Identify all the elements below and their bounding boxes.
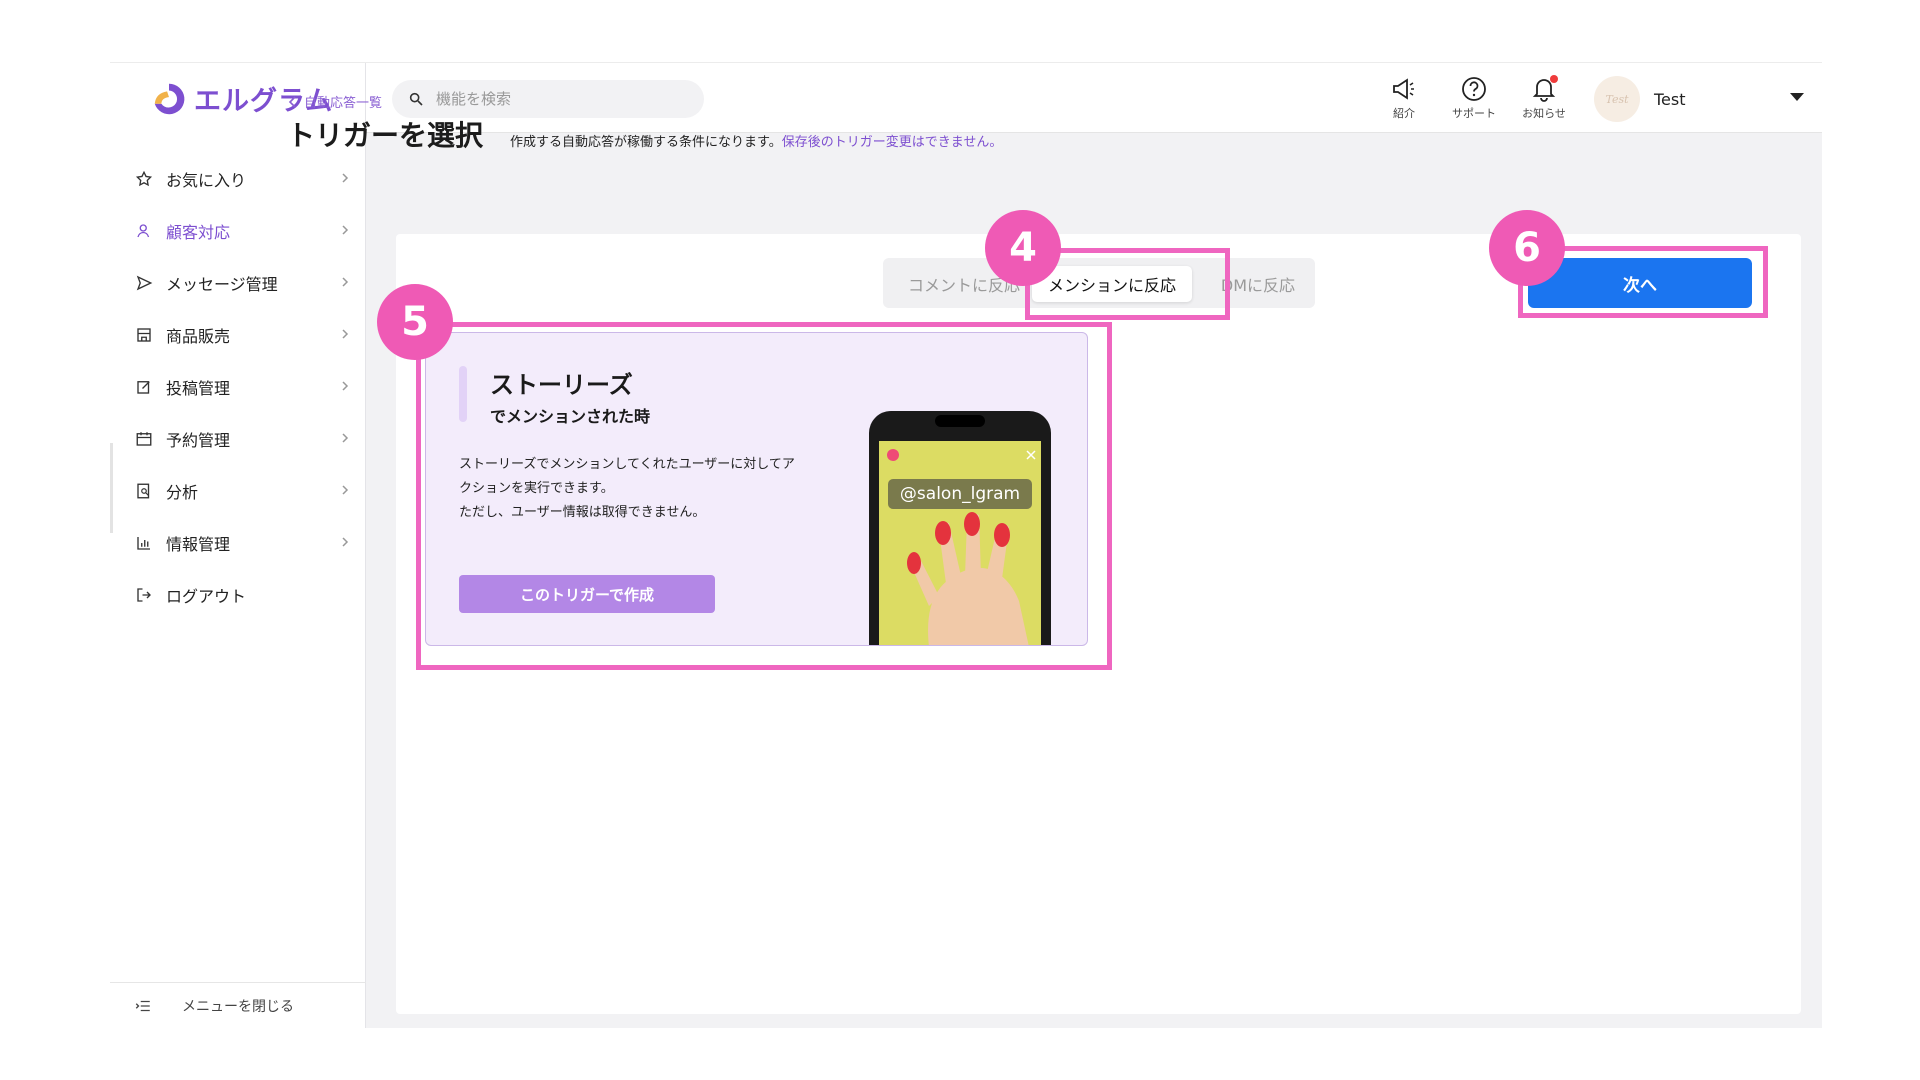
bar-chart-icon [134,533,154,553]
tab-mention[interactable]: メンションに反応 [1032,266,1192,302]
support-button[interactable]: サポート [1444,75,1504,121]
mention-tag: @salon_lgram [888,479,1032,509]
notifications-button[interactable]: お知らせ [1514,75,1574,121]
caret-down-icon[interactable] [1790,93,1804,101]
send-icon [134,273,154,293]
collapse-menu-icon [135,1000,150,1011]
logo-mark-icon [154,83,185,114]
trigger-card: ストーリーズ でメンションされた時 ストーリーズでメンションしてくれたユーザーに… [425,332,1088,646]
sidebar-item-label: 分析 [166,483,199,502]
search-box [392,80,704,118]
star-icon [134,169,154,189]
chevron-right-icon [342,329,349,339]
breadcrumb-label: 自動応答一覧 [304,96,383,111]
referral-button[interactable]: 紹介 [1374,75,1434,121]
sidebar-item-label: 予約管理 [166,431,231,450]
next-button[interactable]: 次へ [1528,258,1752,308]
chevron-right-icon [342,225,349,235]
chevron-right-icon [342,277,349,287]
close-menu-label: メニューを閉じる [182,998,294,1015]
logout-icon [134,585,154,605]
chevron-right-icon [342,433,349,443]
chevron-right-icon [342,173,349,183]
sidebar-item-favorites[interactable]: お気に入り [110,153,366,205]
sidebar-item-label: 商品販売 [166,327,231,346]
search-input[interactable] [436,90,686,108]
notifications-label: お知らせ [1522,107,1566,120]
page-description: 作成する自動応答が稼働する条件になります。保存後のトリガー変更はできません。 [510,131,1002,150]
chevron-right-icon [342,381,349,391]
sidebar-item-label: 顧客対応 [166,223,231,242]
annotation-badge: 4 [985,210,1061,286]
support-label: サポート [1452,107,1496,120]
user-name: Test [1654,89,1686,109]
chevron-left-icon [288,95,296,108]
card-description: ストーリーズでメンションしてくれたユーザーに対してア クションを実行できます。 … [459,453,839,525]
sidebar-item-reservations[interactable]: 予約管理 [110,413,366,465]
chevron-right-icon [342,485,349,495]
sidebar-item-label: 投稿管理 [166,379,231,398]
create-trigger-button[interactable]: このトリガーで作成 [459,575,715,613]
annotation-badge: 6 [1489,210,1565,286]
breadcrumb-back-link[interactable]: 自動応答一覧 [288,92,382,111]
phone-illustration [869,411,1051,645]
card-accent-bar [459,366,467,422]
store-icon [134,325,154,345]
chevron-right-icon [342,537,349,547]
sidebar-item-posts[interactable]: 投稿管理 [110,361,366,413]
notification-dot [1550,75,1558,83]
sidebar: エルグラム お気に入り 顧客対応 メッセージ管理 商品販売 投稿管理 予約管理 … [110,63,366,1028]
annotation-badge: 5 [377,284,453,360]
sidebar-item-label: 情報管理 [166,535,231,554]
card-title: ストーリーズ [490,371,633,399]
card-description-line: ストーリーズでメンションしてくれたユーザーに対してア [459,457,795,472]
sidebar-item-logout[interactable]: ログアウト [110,569,366,621]
person-icon [134,221,154,241]
user-menu[interactable]: Test Test [1594,76,1686,122]
help-circle-icon [1462,77,1486,101]
description-warning: 保存後のトリガー変更はできません。 [781,135,1003,150]
edit-icon [134,377,154,397]
avatar: Test [1594,76,1640,122]
card-description-line: クションを実行できます。 [459,481,614,496]
sidebar-item-label: お気に入り [166,171,247,190]
sidebar-item-messages[interactable]: メッセージ管理 [110,257,366,309]
megaphone-icon [1393,78,1414,100]
search-icon [409,92,423,106]
referral-label: 紹介 [1393,107,1415,120]
description-text: 作成する自動応答が稼働する条件になります。 [510,135,782,150]
page-title: トリガーを選択 [287,119,484,152]
sidebar-item-label: メッセージ管理 [166,275,278,294]
sidebar-item-info[interactable]: 情報管理 [110,517,366,569]
sidebar-nav: お気に入り 顧客対応 メッセージ管理 商品販売 投稿管理 予約管理 分析 情報管… [110,153,366,621]
top-bar: 紹介 サポート お知らせ Test Test [366,63,1822,133]
sidebar-item-label: ログアウト [166,587,247,606]
tab-dm[interactable]: DMに反応 [1208,266,1308,302]
sidebar-item-sales[interactable]: 商品販売 [110,309,366,361]
sidebar-item-analytics[interactable]: 分析 [110,465,366,517]
close-menu-button[interactable]: メニューを閉じる [110,982,366,1028]
sidebar-item-customer[interactable]: 顧客対応 [110,205,366,257]
calendar-icon [134,429,154,449]
report-icon [134,481,154,501]
card-subtitle: でメンションされた時 [490,407,651,426]
card-description-line: ただし、ユーザー情報は取得できません。 [459,505,706,520]
